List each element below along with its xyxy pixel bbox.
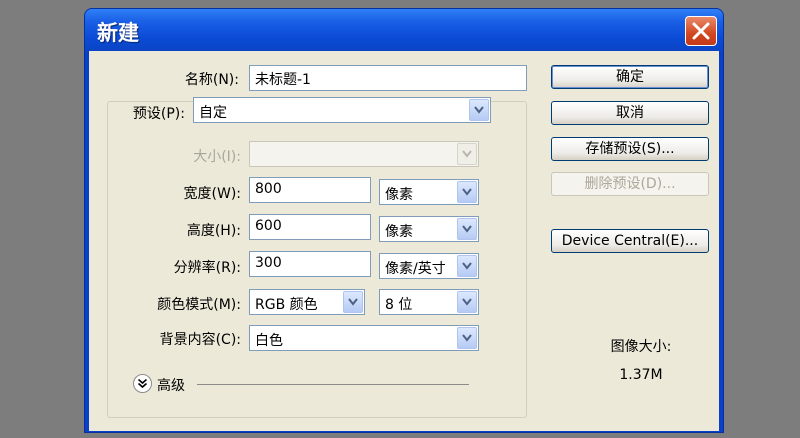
name-input[interactable]: 未标题-1 xyxy=(249,65,527,91)
double-chevron-down-icon xyxy=(137,378,148,389)
cancel-button[interactable]: 取消 xyxy=(551,101,709,125)
background-select[interactable]: 白色 xyxy=(249,325,479,351)
image-size-label: 图像大小: xyxy=(610,339,672,355)
delete-preset-button: 删除预设(D)... xyxy=(551,172,709,196)
preset-value: 自定 xyxy=(199,105,227,121)
color-mode-select[interactable]: RGB 颜色 xyxy=(249,289,365,315)
advanced-toggle-button[interactable] xyxy=(133,374,152,393)
advanced-divider xyxy=(197,384,469,385)
size-label: 大小(I): xyxy=(193,149,241,165)
height-unit-value: 像素 xyxy=(385,224,413,240)
resolution-label: 分辨率(R): xyxy=(173,260,241,276)
resolution-unit-value: 像素/英寸 xyxy=(385,261,446,277)
chevron-down-icon xyxy=(457,255,477,277)
bit-depth-value: 8 位 xyxy=(385,297,413,313)
chevron-down-icon xyxy=(457,181,477,203)
chevron-down-icon xyxy=(343,291,363,313)
resolution-input[interactable]: 300 xyxy=(249,251,371,277)
image-size-value: 1.37M xyxy=(619,367,663,383)
background-value: 白色 xyxy=(255,333,283,349)
width-unit-select[interactable]: 像素 xyxy=(379,179,479,205)
preset-select[interactable]: 自定 xyxy=(193,97,491,123)
save-preset-button[interactable]: 存储预设(S)... xyxy=(551,137,709,161)
color-mode-label: 颜色模式(M): xyxy=(157,297,241,313)
dialog-title: 新建 xyxy=(97,21,139,45)
width-label: 宽度(W): xyxy=(183,186,241,202)
preset-label: 预设(P): xyxy=(115,103,187,123)
bit-depth-select[interactable]: 8 位 xyxy=(379,289,479,315)
height-input[interactable]: 600 xyxy=(249,214,371,240)
chevron-down-icon xyxy=(457,218,477,240)
chevron-down-icon xyxy=(469,99,489,121)
height-label: 高度(H): xyxy=(186,223,241,239)
dialog-body: 名称(N): 未标题-1 预设(P): 自定 大小(I): 宽度(W): 800… xyxy=(89,51,719,431)
width-input[interactable]: 800 xyxy=(249,177,371,203)
close-button[interactable] xyxy=(685,16,717,46)
new-document-dialog: 新建 名称(N): 未标题-1 预设(P): 自定 大小(I): 宽度(W): … xyxy=(84,8,724,433)
ok-button[interactable]: 确定 xyxy=(551,65,709,89)
chevron-down-icon xyxy=(457,143,477,165)
chevron-down-icon xyxy=(457,291,477,313)
background-label: 背景内容(C): xyxy=(159,332,241,348)
height-unit-select[interactable]: 像素 xyxy=(379,216,479,242)
color-mode-value: RGB 颜色 xyxy=(255,297,318,313)
advanced-label: 高级 xyxy=(157,378,185,394)
resolution-unit-select[interactable]: 像素/英寸 xyxy=(379,253,479,279)
close-icon xyxy=(692,22,710,40)
size-select xyxy=(249,141,479,167)
device-central-button[interactable]: Device Central(E)... xyxy=(551,229,709,253)
width-unit-value: 像素 xyxy=(385,187,413,203)
title-bar[interactable]: 新建 xyxy=(85,9,723,51)
name-label: 名称(N): xyxy=(184,72,239,88)
chevron-down-icon xyxy=(457,327,477,349)
